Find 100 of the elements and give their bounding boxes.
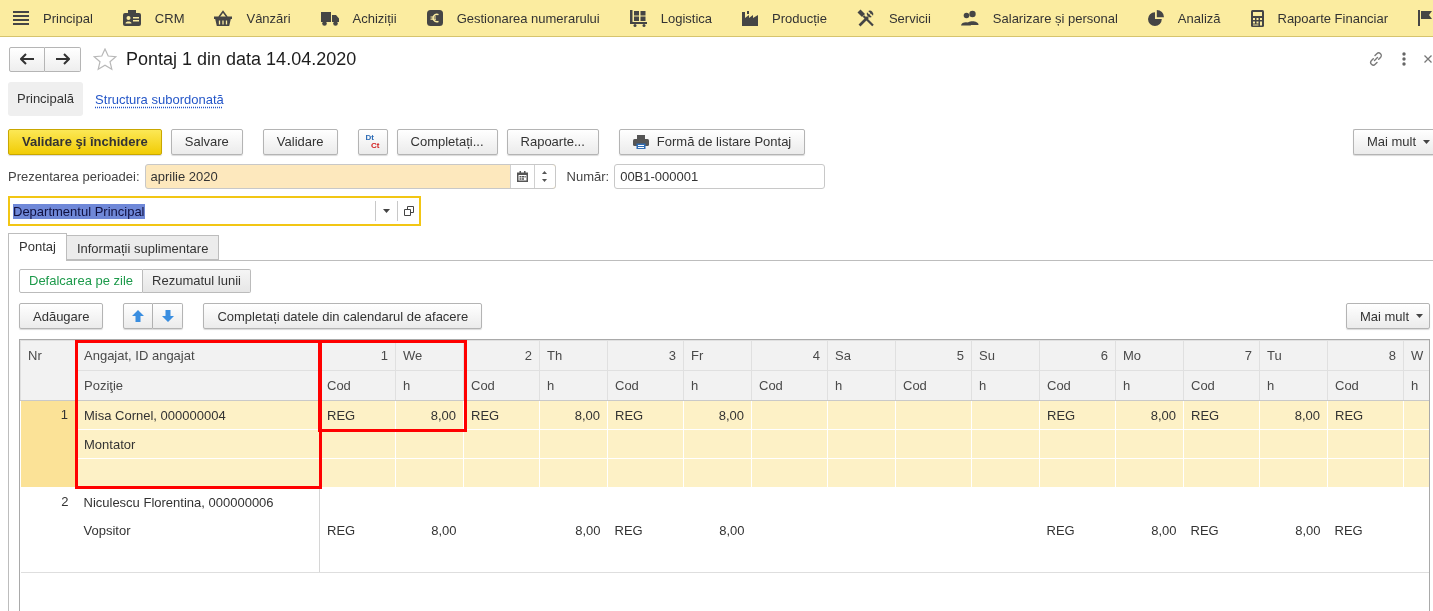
column-header[interactable]: Th xyxy=(539,340,608,371)
table-cell-text: REG xyxy=(613,521,644,540)
column-header[interactable]: Su xyxy=(971,340,1040,371)
menu-item[interactable]: Gestionarea numerarului xyxy=(426,10,600,26)
menu-item[interactable]: CRM xyxy=(122,10,185,26)
shelf-cart-icon xyxy=(629,9,647,27)
calendar-button[interactable] xyxy=(509,165,534,188)
menu-item[interactable]: Logistica xyxy=(629,9,712,27)
column-header[interactable]: Fr xyxy=(683,340,752,371)
print-button[interactable]: Formă de listare Pontaj xyxy=(618,128,806,155)
table-row[interactable]: 1 Misa Cornel, 000000004 REG 8,00 REG 8,00 REG 8,00 REG 8,00 REG 8,00 REG Montator xyxy=(20,400,1429,488)
section-link[interactable]: Structura subordonată xyxy=(95,91,224,107)
menu-item[interactable]: Vânzări xyxy=(214,10,291,26)
column-header[interactable]: 5 xyxy=(895,340,972,371)
column-header[interactable]: Cod xyxy=(607,370,684,401)
table-cell: Vopsitor xyxy=(76,516,320,544)
spin-button[interactable] xyxy=(533,165,555,188)
flag-icon[interactable] xyxy=(1418,10,1433,26)
more-button[interactable]: Mai mult xyxy=(1352,128,1433,155)
column-header[interactable]: Sa xyxy=(827,340,896,371)
column-header[interactable]: Mo xyxy=(1115,340,1184,371)
toolbar-button[interactable]: Salvare xyxy=(170,128,243,155)
up-arrow-icon xyxy=(132,310,145,322)
toolbar-button[interactable]: Rapoarte... xyxy=(506,128,599,155)
column-header[interactable]: h xyxy=(683,370,752,401)
table-cell: 8,00 xyxy=(1115,400,1184,430)
row-number: 1 xyxy=(20,400,77,488)
column-header[interactable]: Cod xyxy=(895,370,972,401)
tools-icon xyxy=(856,9,875,27)
view-toggle[interactable]: Rezumatul lunii xyxy=(143,269,251,293)
table-cell: Niculescu Florentina, 000000006 xyxy=(76,487,320,516)
move-up-button[interactable] xyxy=(123,303,154,329)
add-button[interactable]: Adăugare xyxy=(19,303,104,329)
column-header[interactable]: Cod xyxy=(751,370,828,401)
table-cell-text: 8,00 xyxy=(718,521,746,540)
toolbar-button[interactable]: Validare xyxy=(262,128,338,155)
link-icon[interactable] xyxy=(1368,51,1384,67)
menu-item[interactable]: Salarizare și personal xyxy=(960,10,1118,26)
column-header[interactable]: W xyxy=(1403,340,1429,371)
table-cell-text: REG xyxy=(1045,521,1076,540)
people-icon xyxy=(960,10,979,26)
table-cell: Misa Cornel, 000000004 xyxy=(76,400,320,430)
forward-button[interactable] xyxy=(45,46,81,72)
column-header[interactable]: Cod xyxy=(1183,370,1260,401)
column-header[interactable]: 7 xyxy=(1183,340,1260,371)
table-cell: 8,00 xyxy=(539,400,608,430)
factory-icon xyxy=(742,10,758,26)
down-arrow-icon xyxy=(161,310,174,322)
column-header[interactable]: h xyxy=(971,370,1040,401)
left-arrow-icon xyxy=(20,53,34,65)
column-header[interactable]: Cod xyxy=(1327,370,1404,401)
column-header[interactable]: h xyxy=(395,370,464,401)
menu-item[interactable]: Servicii xyxy=(856,9,931,27)
table-cell-text: REG xyxy=(1333,521,1364,540)
tab[interactable]: Pontaj xyxy=(8,233,67,261)
menu-item[interactable]: Analiză xyxy=(1147,10,1221,26)
close-icon[interactable] xyxy=(1424,55,1432,63)
table-cell-text: 8,00 xyxy=(1294,521,1322,540)
menu-item[interactable]: Achiziții xyxy=(320,10,397,26)
row-number: 2 xyxy=(20,487,77,573)
column-header[interactable]: Cod xyxy=(1039,370,1116,401)
column-header[interactable]: 4 xyxy=(751,340,828,371)
toolbar-button[interactable]: Completați... xyxy=(396,128,498,155)
column-header[interactable]: h xyxy=(1115,370,1184,401)
basket-icon xyxy=(214,10,233,26)
column-header[interactable]: h xyxy=(1259,370,1328,401)
column-header[interactable]: h xyxy=(539,370,608,401)
move-down-button[interactable] xyxy=(153,303,184,329)
menu-item[interactable]: Producție xyxy=(742,10,827,26)
tab[interactable]: Informații suplimentare xyxy=(66,235,220,260)
truck-icon xyxy=(320,10,339,26)
field-label: Prezentarea perioadei: xyxy=(8,169,140,184)
column-header[interactable]: Poziţie xyxy=(76,370,320,401)
period-field[interactable]: aprilie 2020 xyxy=(144,164,556,189)
column-header[interactable]: Tu xyxy=(1259,340,1328,371)
more-button[interactable]: Mai mult xyxy=(1345,303,1430,329)
caret-down-icon xyxy=(542,179,548,182)
star-icon[interactable] xyxy=(93,47,117,71)
table-cell-text: 8,00 xyxy=(1150,521,1178,540)
more-icon[interactable] xyxy=(1402,52,1406,66)
fill-calendar-button[interactable]: Completați datele din calendarul de afacere xyxy=(203,303,483,329)
accounting-button[interactable]: Dt Ct xyxy=(357,128,388,155)
validate-close-button[interactable]: Validare şi închidere xyxy=(8,128,162,155)
number-field[interactable]: 00B1-000001 xyxy=(614,164,826,189)
menu-item[interactable]: Principal xyxy=(13,10,93,26)
table-row[interactable]: 2 Niculescu Florentina, 000000006 Vopsitor REG 8,00 8,00 REG 8,00 REG 8,00 REG 8,00 REG xyxy=(20,487,1429,573)
table-cell: 8,00 xyxy=(395,400,464,430)
column-header[interactable]: 3 xyxy=(607,340,684,371)
column-header[interactable]: 6 xyxy=(1039,340,1116,371)
view-toggle[interactable]: Defalcarea pe zile xyxy=(19,269,144,293)
caret-up-icon xyxy=(542,171,548,174)
menu-item[interactable]: Rapoarte Financiar xyxy=(1250,9,1389,27)
caret-down-icon xyxy=(383,209,390,213)
printer-icon xyxy=(632,134,649,149)
column-header[interactable]: 8 xyxy=(1327,340,1404,371)
column-header[interactable]: h xyxy=(827,370,896,401)
back-button[interactable] xyxy=(9,46,45,72)
department-field[interactable]: Departmentul Principal xyxy=(8,196,421,226)
table-cell: Montator xyxy=(76,429,320,459)
section-tab[interactable]: Principală xyxy=(8,82,84,116)
